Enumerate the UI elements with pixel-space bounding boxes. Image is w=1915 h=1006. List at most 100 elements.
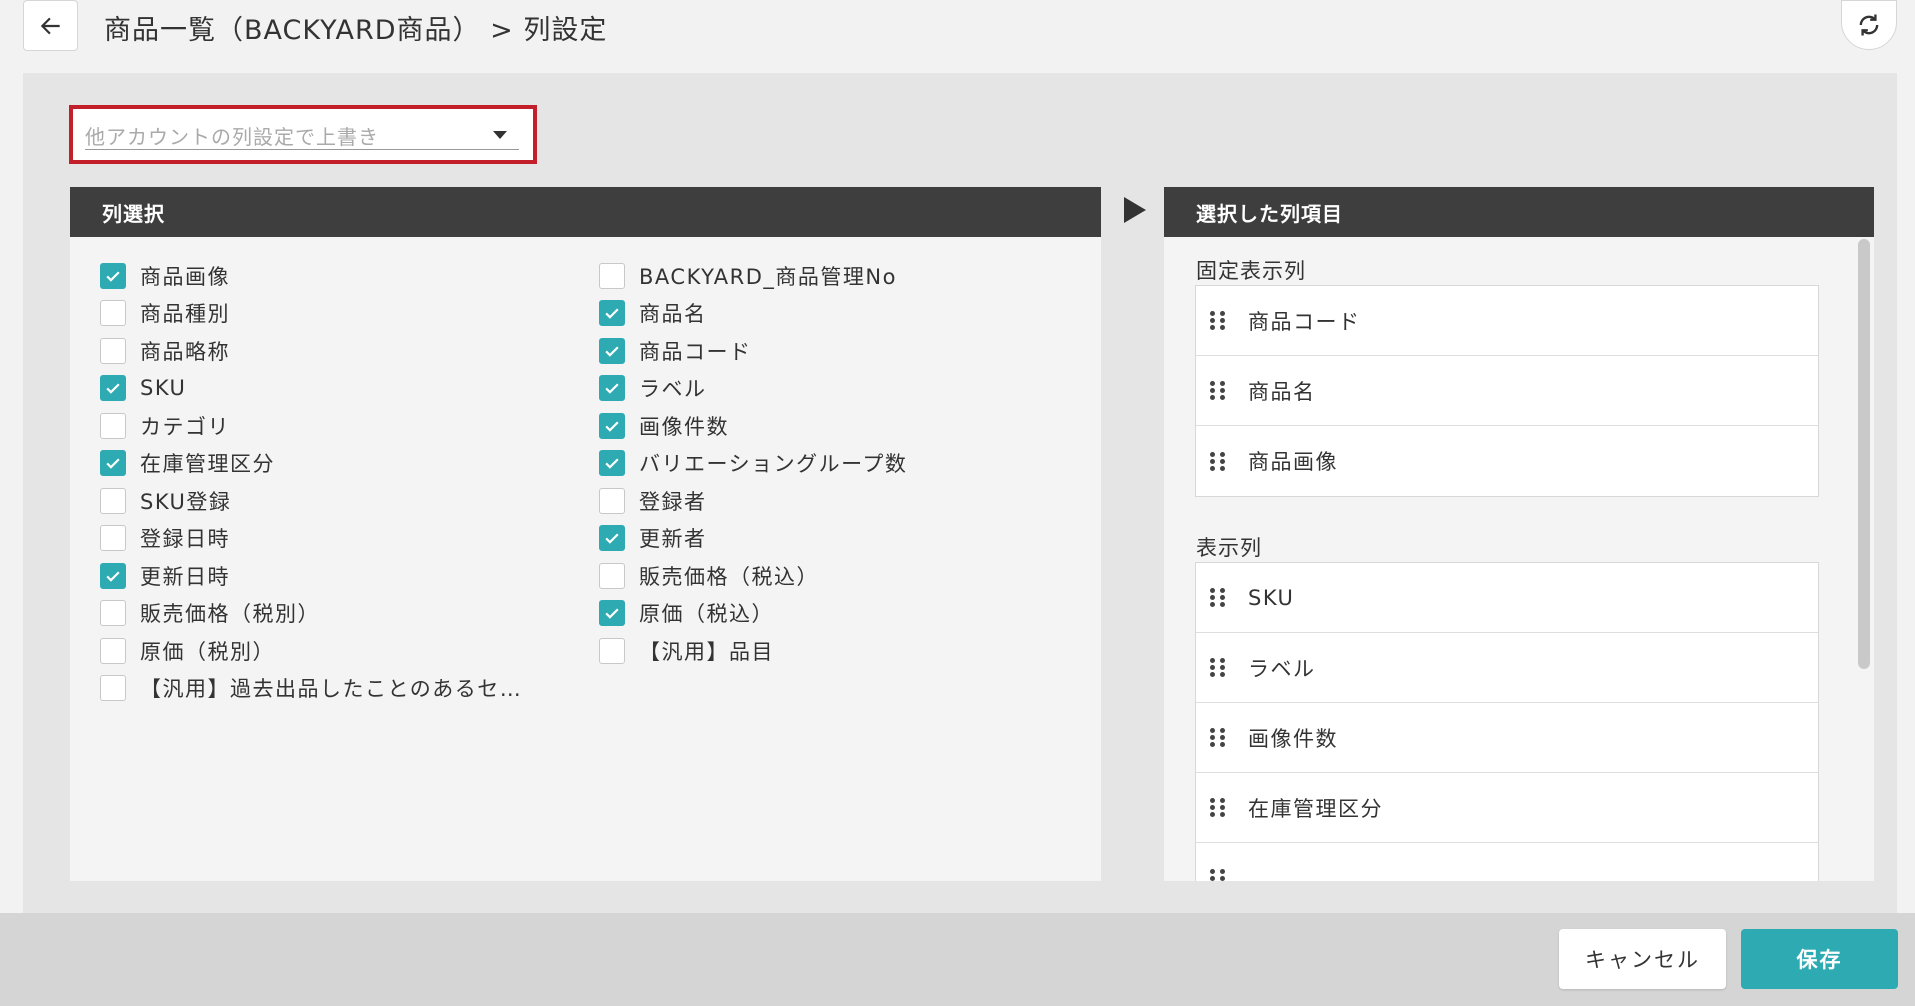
play-arrow-icon	[1124, 197, 1146, 223]
drag-handle-icon[interactable]	[1210, 797, 1228, 819]
selected-column-label: 在庫管理区分	[1248, 796, 1383, 821]
drag-handle-icon[interactable]	[1210, 727, 1228, 749]
selected-column-item[interactable]: SKU	[1196, 563, 1818, 633]
checkbox-unchecked[interactable]	[100, 337, 126, 364]
check-icon	[605, 458, 619, 469]
checkbox-item[interactable]: 商品種別	[100, 295, 580, 333]
selected-column-item[interactable]: ラベル	[1196, 633, 1818, 703]
selected-column-label: SKU	[1248, 585, 1295, 610]
checkbox-label: カテゴリ	[140, 414, 230, 439]
checkbox-item[interactable]: 原価（税別）	[100, 632, 580, 670]
checkbox-checked[interactable]	[599, 525, 625, 552]
checkbox-checked[interactable]	[100, 262, 126, 289]
save-button[interactable]: 保存	[1741, 929, 1898, 989]
checkbox-label: SKU登録	[140, 489, 232, 514]
checkbox-unchecked[interactable]	[100, 600, 126, 627]
selected-column-item[interactable]: 商品画像	[1196, 426, 1818, 496]
checkbox-item[interactable]: SKU登録	[100, 482, 580, 520]
checkbox-unchecked[interactable]	[599, 562, 625, 589]
checkbox-checked[interactable]	[599, 450, 625, 477]
checkbox-item[interactable]: 商品画像	[100, 257, 580, 295]
check-icon	[106, 458, 120, 469]
checkbox-item[interactable]: 商品名	[599, 295, 1079, 333]
checkbox-checked[interactable]	[599, 412, 625, 439]
checkbox-unchecked[interactable]	[100, 637, 126, 664]
checkbox-label: 商品コード	[639, 339, 752, 364]
checkbox-item[interactable]: 更新日時	[100, 557, 580, 595]
checkbox-checked[interactable]	[100, 375, 126, 402]
checkbox-item[interactable]: ラベル	[599, 370, 1079, 408]
checkbox-item[interactable]: 販売価格（税込）	[599, 557, 1079, 595]
selected-column-item[interactable]: 画像件数	[1196, 703, 1818, 773]
checkbox-label: 在庫管理区分	[140, 452, 275, 477]
checkbox-unchecked[interactable]	[599, 487, 625, 514]
column-selection-panel: 列選択 商品画像 商品種別 商品略称 SKU カテゴリ 在庫管理区分 SKU登録 登録日時 更新…	[70, 187, 1101, 881]
checkbox-unchecked[interactable]	[599, 637, 625, 664]
selected-column-label: 商品名	[1248, 379, 1316, 404]
checkbox-checked[interactable]	[599, 337, 625, 364]
checkbox-checked[interactable]	[599, 300, 625, 327]
drag-handle-icon[interactable]	[1210, 310, 1228, 332]
checkbox-item[interactable]: 登録者	[599, 482, 1079, 520]
display-columns-list: SKU ラベル画像件数在庫管理区分	[1195, 562, 1819, 881]
drag-handle-icon[interactable]	[1210, 450, 1228, 472]
checkbox-item[interactable]: BACKYARD_商品管理No	[599, 257, 1079, 295]
checkbox-unchecked[interactable]	[100, 525, 126, 552]
check-icon	[605, 421, 619, 432]
account-column-select[interactable]: 他アカウントの列設定で上書き	[69, 105, 537, 164]
checkbox-label: バリエーショングループ数	[639, 452, 908, 477]
selected-columns-title: 選択した列項目	[1164, 187, 1874, 237]
checkbox-item[interactable]: 在庫管理区分	[100, 445, 580, 483]
checkbox-item[interactable]: 登録日時	[100, 520, 580, 558]
checkbox-item[interactable]: バリエーショングループ数	[599, 445, 1079, 483]
checkbox-unchecked[interactable]	[599, 262, 625, 289]
column-selection-title: 列選択	[70, 187, 1101, 237]
check-icon	[605, 346, 619, 357]
check-icon	[605, 533, 619, 544]
checkbox-unchecked[interactable]	[100, 675, 126, 702]
checkbox-label: 商品画像	[140, 264, 230, 289]
back-button[interactable]	[23, 0, 78, 51]
checkbox-unchecked[interactable]	[100, 412, 126, 439]
checkbox-item[interactable]: SKU	[100, 370, 580, 408]
selected-column-item[interactable]: 商品名	[1196, 356, 1818, 426]
selected-column-item[interactable]	[1196, 843, 1818, 881]
checkbox-item[interactable]: 画像件数	[599, 407, 1079, 445]
cancel-button[interactable]: キャンセル	[1559, 929, 1726, 989]
checkbox-item[interactable]: 原価（税込）	[599, 595, 1079, 633]
checkbox-label: 原価（税別）	[140, 639, 275, 664]
checkbox-unchecked[interactable]	[100, 487, 126, 514]
drag-handle-icon[interactable]	[1210, 380, 1228, 402]
checkbox-item[interactable]: 商品略称	[100, 332, 580, 370]
checklist-left: 商品画像商品種別 商品略称 SKU カテゴリ在庫管理区分 SKU登録登録日時更新日時販売…	[100, 257, 580, 707]
checkbox-checked[interactable]	[100, 450, 126, 477]
checkbox-item[interactable]: 【汎用】品目	[599, 632, 1079, 670]
checkbox-item[interactable]: カテゴリ	[100, 407, 580, 445]
scrollbar[interactable]	[1858, 239, 1870, 669]
checkbox-item[interactable]: 販売価格（税別）	[100, 595, 580, 633]
drag-handle-icon[interactable]	[1210, 657, 1228, 679]
drag-handle-icon[interactable]	[1210, 587, 1228, 609]
check-icon	[605, 308, 619, 319]
page-title: 商品一覧（BACKYARD商品） > 列設定	[104, 15, 608, 46]
drag-handle-icon[interactable]	[1210, 867, 1228, 881]
checkbox-item[interactable]: 商品コード	[599, 332, 1079, 370]
checkbox-label: 更新日時	[140, 564, 230, 589]
checkbox-checked[interactable]	[599, 375, 625, 402]
checkbox-unchecked[interactable]	[100, 300, 126, 327]
selected-column-label: 商品画像	[1248, 450, 1338, 474]
checkbox-label: 【汎用】品目	[639, 639, 774, 664]
checkbox-checked[interactable]	[599, 600, 625, 627]
fixed-columns-label: 固定表示列	[1196, 259, 1306, 283]
checkbox-checked[interactable]	[100, 562, 126, 589]
checkbox-item[interactable]: 【汎用】過去出品したことのあるセ…	[100, 670, 580, 708]
checkbox-item[interactable]: 更新者	[599, 520, 1079, 558]
selected-column-item[interactable]: 商品コード	[1196, 286, 1818, 356]
chevron-down-icon[interactable]	[493, 131, 507, 139]
check-icon	[106, 271, 120, 282]
selected-column-label: ラベル	[1248, 656, 1316, 681]
display-columns-label: 表示列	[1196, 536, 1262, 560]
refresh-button[interactable]	[1841, 0, 1897, 50]
arrow-left-icon	[40, 17, 60, 34]
selected-column-item[interactable]: 在庫管理区分	[1196, 773, 1818, 843]
